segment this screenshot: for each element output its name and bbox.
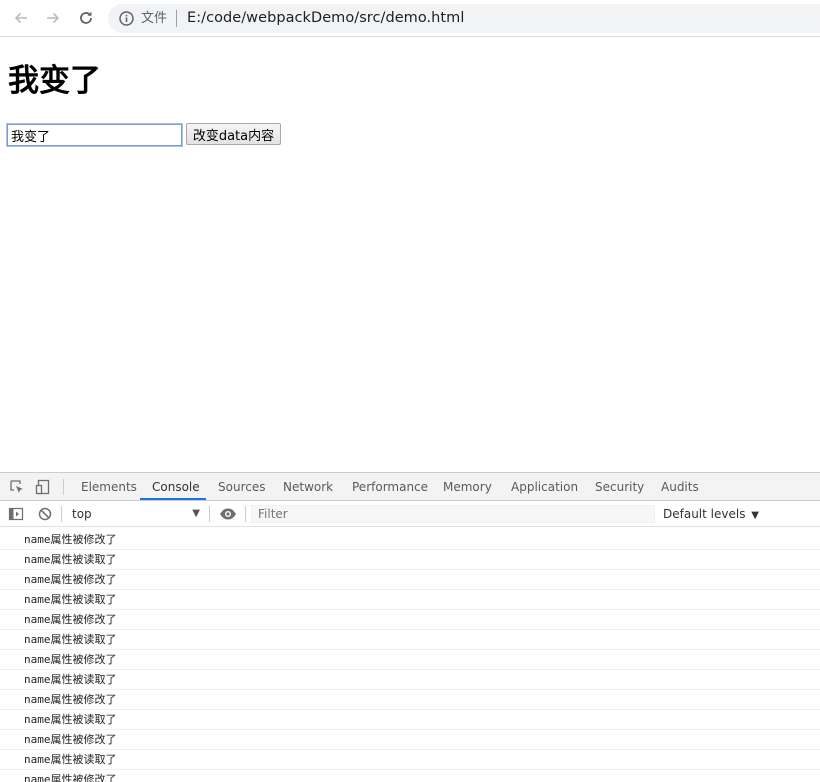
name-input[interactable] (7, 124, 182, 146)
filterbar-divider (245, 506, 246, 522)
sidebar-toggle-icon (8, 507, 24, 521)
tab-audits[interactable]: Audits (661, 473, 699, 501)
info-icon[interactable] (118, 10, 135, 27)
console-message: name属性被读取了 (0, 710, 820, 730)
live-expression-button[interactable] (219, 505, 237, 523)
devtools-panel: Elements Console Sources Network Perform… (0, 472, 820, 782)
console-message: name属性被读取了 (0, 550, 820, 570)
active-tab-indicator (140, 498, 206, 500)
filterbar-divider (209, 506, 210, 522)
console-message: name属性被读取了 (0, 750, 820, 770)
tab-performance[interactable]: Performance (352, 473, 428, 501)
inspect-element-button[interactable] (8, 478, 26, 496)
tab-memory[interactable]: Memory (443, 473, 492, 501)
file-scheme-label: 文件 (141, 11, 168, 26)
console-message: name属性被修改了 (0, 530, 820, 550)
console-message: name属性被修改了 (0, 770, 820, 782)
change-data-button[interactable]: 改变data内容 (186, 123, 281, 145)
reload-icon (80, 11, 92, 24)
back-button[interactable] (8, 6, 34, 30)
console-filter-input[interactable] (251, 505, 655, 523)
tab-application[interactable]: Application (511, 473, 578, 501)
clear-console-button[interactable] (36, 505, 54, 523)
browser-toolbar: 文件 E:/code/webpackDemo/src/demo.html (0, 0, 820, 37)
levels-label: Default levels (663, 507, 746, 521)
device-mobile-icon (35, 479, 50, 495)
address-bar[interactable]: 文件 E:/code/webpackDemo/src/demo.html (108, 4, 820, 33)
show-sidebar-button[interactable] (7, 505, 25, 523)
tab-sources[interactable]: Sources (218, 473, 265, 501)
device-toolbar-button[interactable] (34, 478, 52, 496)
context-value: top (72, 507, 92, 521)
forward-button[interactable] (40, 6, 66, 30)
omnibox-divider (176, 10, 177, 27)
dropdown-arrow-icon: ▼ (751, 510, 759, 521)
filterbar-divider (61, 506, 62, 522)
console-message: name属性被读取了 (0, 590, 820, 610)
log-levels-select[interactable]: Default levels ▼ (663, 505, 759, 523)
inspect-cursor-icon (10, 480, 23, 493)
eye-icon (220, 508, 236, 520)
back-arrow-icon (14, 12, 27, 24)
clear-block-icon (38, 507, 52, 521)
console-filterbar: top ▼ Default levels ▼ (0, 501, 820, 527)
console-message: name属性被修改了 (0, 610, 820, 630)
reload-button[interactable] (73, 6, 99, 30)
console-message: name属性被读取了 (0, 670, 820, 690)
console-message: name属性被读取了 (0, 630, 820, 650)
dropdown-arrow-icon: ▼ (192, 508, 200, 519)
console-message: name属性被修改了 (0, 730, 820, 750)
tab-console[interactable]: Console (152, 473, 200, 501)
console-message: name属性被修改了 (0, 690, 820, 710)
toolbar-divider (63, 479, 64, 495)
tab-network[interactable]: Network (283, 473, 333, 501)
console-message: name属性被修改了 (0, 570, 820, 590)
execution-context-select[interactable]: top ▼ (66, 505, 204, 523)
devtools-tabbar: Elements Console Sources Network Perform… (0, 473, 820, 501)
console-message: name属性被修改了 (0, 650, 820, 670)
console-messages: name属性被修改了 name属性被读取了 name属性被修改了 name属性被… (0, 530, 820, 782)
tab-security[interactable]: Security (595, 473, 644, 501)
forward-arrow-icon (47, 12, 60, 24)
tab-elements[interactable]: Elements (81, 473, 137, 501)
url-text[interactable]: E:/code/webpackDemo/src/demo.html (187, 9, 464, 28)
page-heading: 我变了 (8, 63, 101, 99)
